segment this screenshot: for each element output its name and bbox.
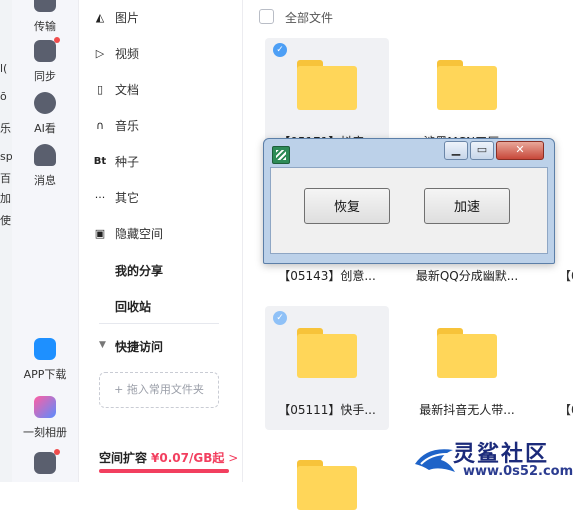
watermark-url: www.0s52.com [463,464,573,479]
expand-storage-link[interactable]: 空间扩容 ¥0.07/GB起 > [99,449,238,466]
album-icon [34,396,56,418]
nav-label: 同步 [34,70,56,83]
recycle-bin-link[interactable]: 回收站 [115,298,151,315]
video-icon: ▷ [95,47,105,60]
strip-fragment: ō [0,90,7,103]
nav-label: APP下载 [23,368,67,381]
nav-item-app-download[interactable]: APP下载 [12,338,78,382]
expand-storage-title: 空间扩容 [99,451,148,465]
category-images[interactable]: ◭ 图片 [96,8,140,28]
notification-dot [54,37,60,43]
torrent-icon: Bt [93,156,107,167]
file-tile[interactable]: ✓ 【05111】快手... [265,306,389,430]
category-label: 种子 [115,155,140,169]
more-icon: ··· [94,191,106,204]
chevron-right-icon: > [228,451,239,465]
pin-folder-dropzone[interactable]: + 拖入常用文件夹 [99,372,219,408]
storage-price: ¥0.07/GB起 [151,451,225,465]
folder-icon [297,60,357,110]
maximize-button[interactable]: ▭ [470,141,494,160]
file-name-fragment: 【0 [559,269,573,283]
select-all-checkbox[interactable] [259,9,274,24]
category-label: 其它 [115,191,140,205]
strip-fragment: 使 [0,214,11,227]
check-icon[interactable]: ✓ [273,43,287,57]
strip-fragment: sp [0,150,13,163]
message-icon [34,144,56,166]
folder-icon [297,460,357,510]
folder-icon [437,328,497,378]
strip-fragment: 乐 [0,122,11,135]
headphone-icon: ∩ [95,119,105,132]
watermark: 灵鲨社区 www.0s52.com [413,436,573,482]
nav-item-album[interactable]: 一刻相册 [12,396,78,440]
restore-button[interactable]: 恢复 [304,188,390,224]
dialog-body: 恢复 加速 [270,167,548,254]
app-icon [272,146,290,164]
nav-label: AI看 [34,122,56,135]
category-label: 视频 [115,47,140,61]
category-label: 隐藏空间 [115,227,164,241]
file-name-fragment: 【0 [559,403,573,417]
nav-item-apps[interactable] [12,449,78,477]
check-icon[interactable]: ✓ [273,311,287,325]
phone-icon [34,338,56,360]
category-sidebar: ◭ 图片 ▷ 视频 ▯ 文档 ∩ 音乐 Bt 种子 ··· 其它 ▣ 隐藏空间 … [79,0,243,482]
shark-logo-icon [415,449,455,472]
document-icon: ▯ [96,83,104,96]
category-torrent[interactable]: Bt 种子 [94,152,140,172]
speed-dialog: ▁ ▭ ✕ 恢复 加速 [263,138,555,264]
category-other[interactable]: ··· 其它 [95,188,140,208]
image-icon: ◭ [95,11,105,24]
category-documents[interactable]: ▯ 文档 [97,80,140,100]
file-name: 最新QQ分成幽默... [415,269,519,283]
strip-fragment: 百 [0,172,11,185]
nav-item-message[interactable]: 消息 [12,144,78,188]
nav-label: 一刻相册 [23,426,67,439]
category-music[interactable]: ∩ 音乐 [96,116,140,136]
notification-dot [54,449,60,455]
app-sidebar: 传输 同步 AI看 消息 APP下载 一刻相册 [12,0,79,482]
file-name: 【05111】快手... [278,403,376,417]
file-name: 【05143】创意... [278,269,376,283]
nav-label: 传输 [34,20,56,33]
chevron-down-icon[interactable]: ▼ [99,340,106,350]
category-video[interactable]: ▷ 视频 [96,44,140,64]
strip-fragment: 加 [0,192,11,205]
my-share-link[interactable]: 我的分享 [115,262,163,279]
divider [99,323,219,324]
storage-quota-bar [99,469,229,473]
nav-item-sync[interactable]: 同步 [12,37,78,84]
speedup-button[interactable]: 加速 [424,188,510,224]
nav-item-transfer[interactable]: 传输 [12,0,78,34]
folder-icon [297,328,357,378]
nav-label: 消息 [34,174,56,187]
apps-grid-icon [34,449,60,474]
transfer-icon [34,0,56,12]
category-label: 音乐 [115,119,140,133]
strip-fragment: l( [0,62,8,75]
category-hidden-space[interactable]: ▣ 隐藏空间 [95,224,164,244]
minimize-button[interactable]: ▁ [444,141,468,160]
lock-icon: ▣ [94,227,106,240]
folder-icon [437,60,497,110]
file-tile[interactable]: 最新抖音无人带... [405,306,529,430]
sync-icon [34,37,60,62]
all-files-label: 全部文件 [285,11,334,25]
file-name: 最新抖音无人带... [419,403,515,417]
quick-access-title[interactable]: 快捷访问 [115,338,163,355]
ai-icon [34,92,56,114]
close-button[interactable]: ✕ [496,141,544,160]
nav-item-ai[interactable]: AI看 [12,92,78,136]
category-label: 图片 [115,11,140,25]
category-label: 文档 [115,83,140,97]
